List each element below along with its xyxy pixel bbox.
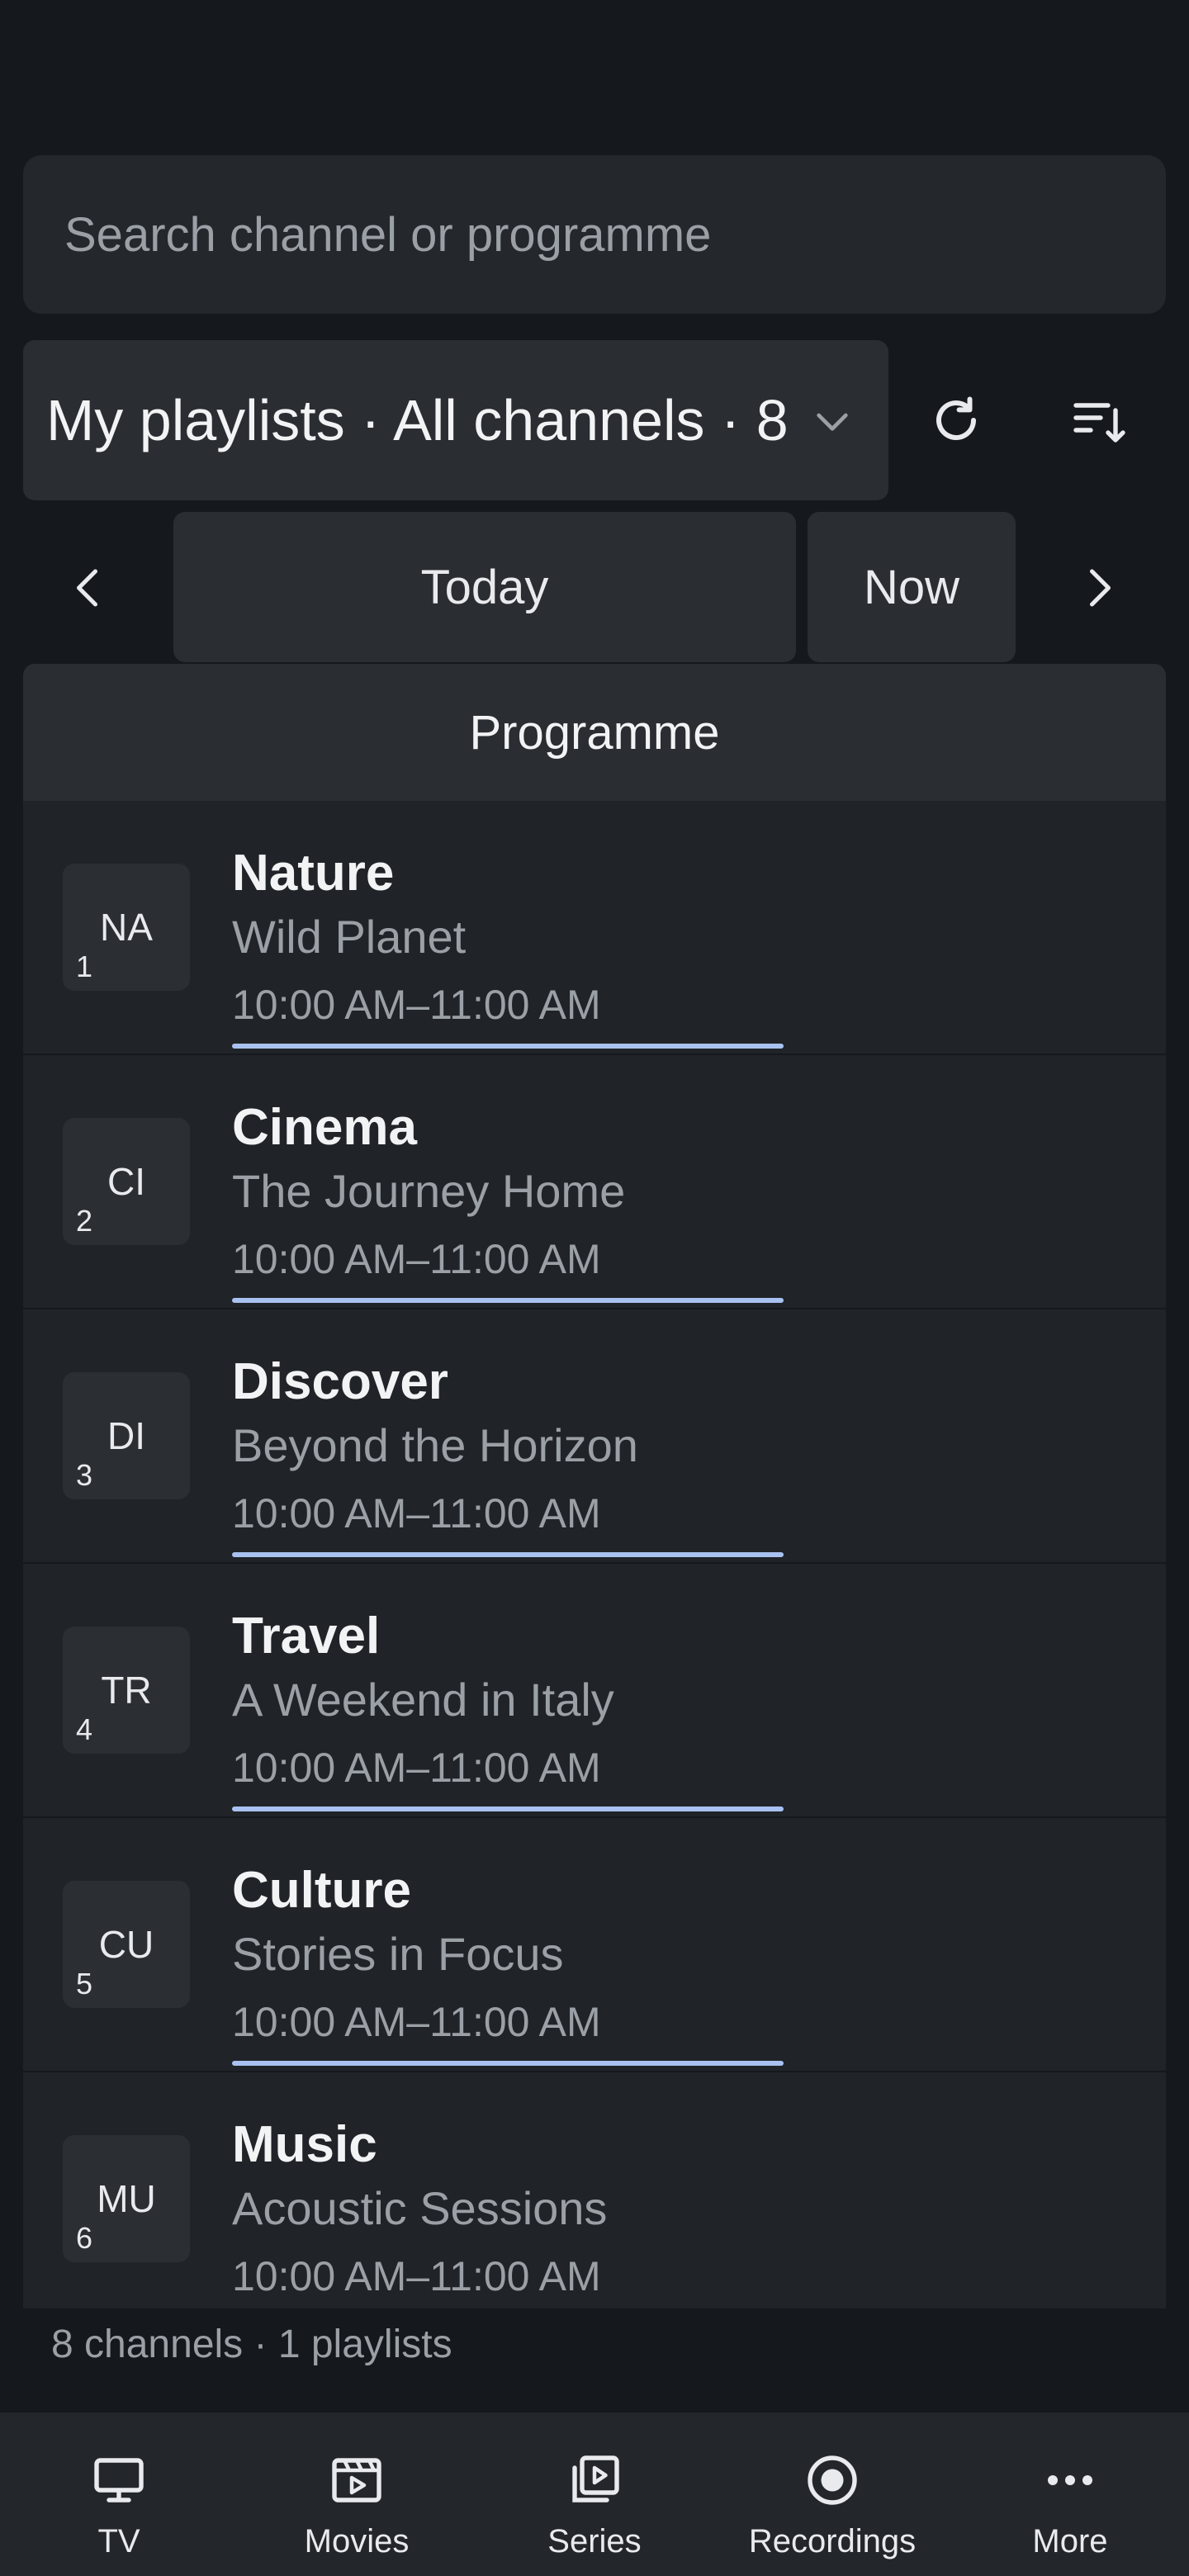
channel-name: Discover xyxy=(232,1353,448,1410)
channel-logo: TR 4 xyxy=(63,1627,190,1754)
playlist-label: My playlists · All channels · 8 xyxy=(46,388,789,452)
channel-name: Travel xyxy=(232,1608,381,1664)
channel-number: 1 xyxy=(76,949,93,983)
channel-logo: DI 3 xyxy=(63,1372,190,1499)
channel-number: 3 xyxy=(76,1458,93,1492)
playlist-dropdown[interactable]: My playlists · All channels · 8 xyxy=(23,340,888,500)
now-button[interactable]: Now xyxy=(808,512,1016,662)
channel-number: 6 xyxy=(76,2221,93,2255)
programme-title: A Weekend in Italy xyxy=(232,1674,614,1726)
channel-name: Music xyxy=(232,2116,377,2173)
channel-name: Nature xyxy=(232,845,395,902)
programme-progress xyxy=(232,1807,784,1811)
programme-time: 10:00 AM–11:00 AM xyxy=(232,982,601,1028)
tv-icon xyxy=(86,2447,152,2513)
programme-time: 10:00 AM–11:00 AM xyxy=(232,1745,601,1791)
more-icon xyxy=(1037,2447,1103,2513)
channel-row[interactable]: CU 5 Culture Stories in Focus 10:00 AM–1… xyxy=(23,1818,1166,2072)
channel-row[interactable]: NA 1 Nature Wild Planet 10:00 AM–11:00 A… xyxy=(23,801,1166,1055)
sort-button[interactable] xyxy=(1053,375,1144,466)
chevron-down-icon xyxy=(817,413,848,431)
recordings-icon xyxy=(799,2447,865,2513)
programme-progress xyxy=(232,1298,784,1303)
search-input[interactable] xyxy=(64,206,1166,263)
tab-recordings[interactable]: Recordings xyxy=(713,2413,951,2576)
chevron-left-icon xyxy=(77,569,97,607)
channel-row[interactable]: CI 2 Cinema The Journey Home 10:00 AM–11… xyxy=(23,1055,1166,1309)
channel-abbr: TR xyxy=(101,1669,152,1712)
programme-time: 10:00 AM–11:00 AM xyxy=(232,1236,601,1282)
tab-label: Movies xyxy=(304,2523,410,2559)
programme-title: Stories in Focus xyxy=(232,1928,564,1980)
programme-title: Acoustic Sessions xyxy=(232,2182,608,2234)
today-button[interactable]: Today xyxy=(173,512,796,662)
programme-time: 10:00 AM–11:00 AM xyxy=(232,1999,601,2045)
tab-label: Series xyxy=(547,2523,642,2559)
channel-name: Cinema xyxy=(232,1099,417,1156)
channel-row[interactable]: MU 6 Music Acoustic Sessions 10:00 AM–11… xyxy=(23,2072,1166,2308)
channel-row[interactable]: DI 3 Discover Beyond the Horizon 10:00 A… xyxy=(23,1309,1166,1564)
series-icon xyxy=(561,2447,628,2513)
tab-label: More xyxy=(1032,2523,1108,2559)
programme-header: Programme xyxy=(23,664,1166,801)
refresh-button[interactable] xyxy=(911,375,1002,466)
programme-progress xyxy=(232,2061,784,2066)
programme-title: Wild Planet xyxy=(232,911,467,963)
programme-title: The Journey Home xyxy=(232,1165,626,1217)
movies-icon xyxy=(324,2447,390,2513)
channel-abbr: NA xyxy=(100,906,153,949)
channel-number: 4 xyxy=(76,1712,93,1746)
channel-name: Culture xyxy=(232,1862,411,1919)
channel-summary: 8 channels · 1 playlists xyxy=(51,2323,452,2366)
tab-more[interactable]: More xyxy=(951,2413,1189,2576)
programme-title: Beyond the Horizon xyxy=(232,1419,638,1471)
channel-logo: CI 2 xyxy=(63,1118,190,1245)
channel-number: 5 xyxy=(76,1967,93,2001)
tab-label: Recordings xyxy=(748,2523,917,2559)
previous-day-button[interactable] xyxy=(48,538,130,637)
channel-abbr: CI xyxy=(107,1160,145,1203)
search-bar[interactable] xyxy=(23,155,1166,314)
channel-logo: CU 5 xyxy=(63,1881,190,2008)
channel-abbr: CU xyxy=(98,1923,154,1966)
channel-logo: NA 1 xyxy=(63,864,190,991)
bottom-navigation: TV Movies Series Recordings More xyxy=(0,2413,1189,2576)
programme-progress xyxy=(232,1552,784,1557)
programme-progress xyxy=(232,1044,784,1049)
tab-label: TV xyxy=(97,2523,140,2559)
refresh-icon xyxy=(936,396,976,440)
next-day-button[interactable] xyxy=(1057,538,1139,637)
tab-tv[interactable]: TV xyxy=(0,2413,238,2576)
tab-series[interactable]: Series xyxy=(476,2413,713,2576)
channel-row[interactable]: TR 4 Travel A Weekend in Italy 10:00 AM–… xyxy=(23,1564,1166,1818)
sort-icon xyxy=(1073,403,1125,443)
programme-time: 10:00 AM–11:00 AM xyxy=(232,1490,601,1537)
channel-list[interactable]: NA 1 Nature Wild Planet 10:00 AM–11:00 A… xyxy=(23,801,1166,2308)
tab-movies[interactable]: Movies xyxy=(238,2413,476,2576)
channel-number: 2 xyxy=(76,1204,93,1238)
channel-abbr: DI xyxy=(107,1414,145,1457)
app-screen: My playlists · All channels · 8 Today No… xyxy=(0,0,1189,2576)
chevron-right-icon xyxy=(1090,569,1111,607)
programme-time: 10:00 AM–11:00 AM xyxy=(232,2253,601,2299)
channel-logo: MU 6 xyxy=(63,2135,190,2262)
channel-abbr: MU xyxy=(97,2177,156,2220)
